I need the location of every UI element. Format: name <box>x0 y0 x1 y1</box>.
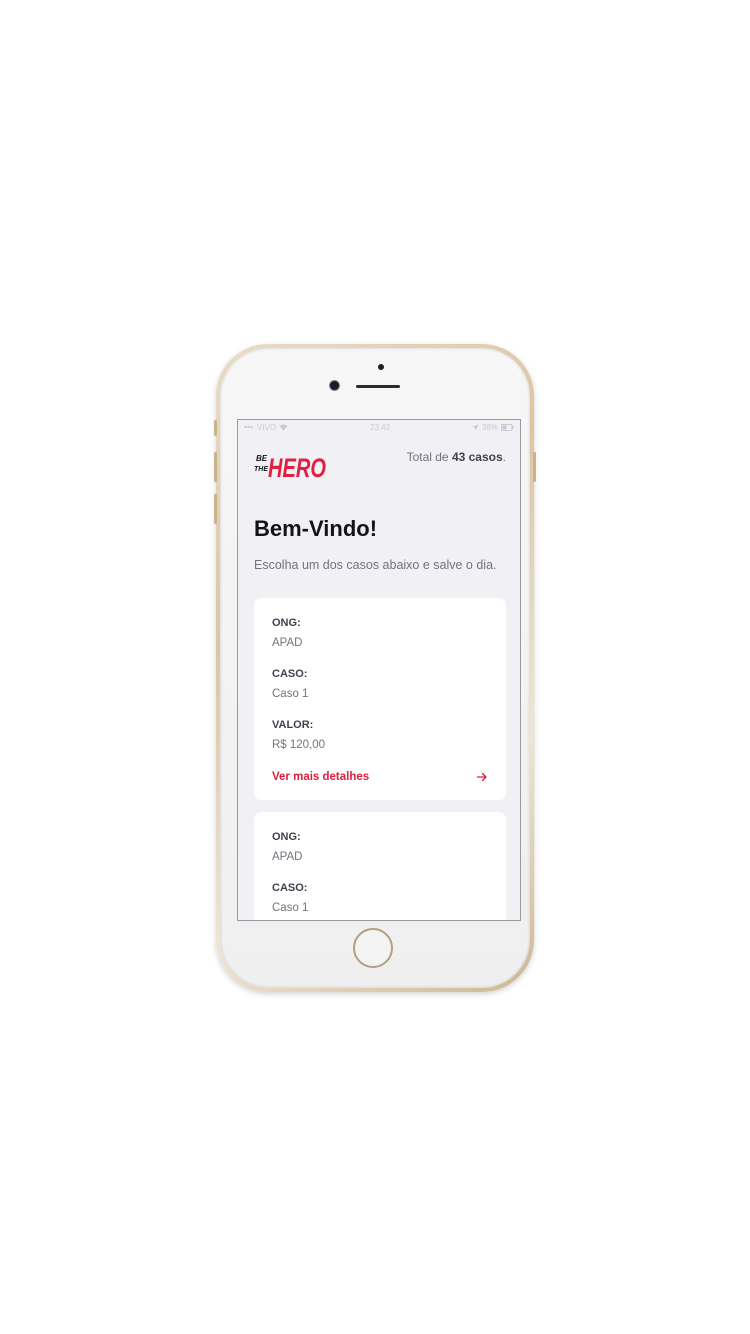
battery-icon <box>500 423 514 431</box>
be-the-hero-logo: BE THE HERO <box>254 453 326 482</box>
page-title: Bem-Vindo! <box>254 516 378 541</box>
app-screen: VIVO 23:42 38% BE THE HERO Total de 43 c… <box>237 419 521 921</box>
carrier-name: VIVO <box>257 422 277 432</box>
status-left: VIVO <box>244 423 288 432</box>
phone-bezel: VIVO 23:42 38% BE THE HERO Total de 43 c… <box>220 348 530 988</box>
total-suffix: . <box>502 450 506 464</box>
volume-up-button <box>214 452 217 482</box>
case-label: CASO: <box>272 882 308 894</box>
mute-switch <box>214 420 217 436</box>
ong-value: APAD <box>272 851 303 863</box>
signal-icon <box>244 425 253 429</box>
case-value: Caso 1 <box>272 902 309 914</box>
details-button[interactable]: Ver mais detalhes <box>272 769 488 785</box>
value-amount: R$ 120,00 <box>272 739 326 751</box>
arrow-right-icon <box>476 772 487 782</box>
power-button <box>533 452 536 482</box>
volume-down-button <box>214 494 217 524</box>
page: VIVO 23:42 38% BE THE HERO Total de 43 c… <box>0 0 750 1334</box>
total-prefix: Total de <box>406 450 449 464</box>
page-description: Escolha um dos casos abaixo e salve o di… <box>254 558 497 572</box>
ong-label: ONG: <box>272 831 301 843</box>
value-label: VALOR: <box>272 719 314 731</box>
phone-frame: VIVO 23:42 38% BE THE HERO Total de 43 c… <box>214 344 536 992</box>
ong-value: APAD <box>272 637 303 649</box>
case-label: CASO: <box>272 668 308 680</box>
incident-card: ONG: APAD CASO: Caso 1 VALOR: R$ 120,00 … <box>254 598 506 800</box>
logo-text-hero: HERO <box>268 453 326 482</box>
battery-percent: 38% <box>481 422 498 432</box>
location-icon <box>472 424 479 430</box>
earpiece-speaker <box>356 385 400 388</box>
logo-text-the: THE <box>254 466 268 473</box>
status-right: 38% <box>472 423 514 432</box>
status-bar: VIVO 23:42 38% <box>238 420 520 434</box>
case-value: Caso 1 <box>272 688 309 700</box>
header: BE THE HERO Total de 43 casos. <box>254 448 506 482</box>
proximity-sensor <box>378 364 384 370</box>
details-label: Ver mais detalhes <box>272 771 370 783</box>
wifi-icon <box>279 424 288 430</box>
total-cases: Total de 43 casos. <box>407 450 506 464</box>
logo-text-be: BE <box>256 454 268 463</box>
incident-card: ONG: APAD CASO: Caso 1 <box>254 812 506 920</box>
front-camera <box>330 381 339 390</box>
total-count: 43 casos <box>451 450 503 464</box>
status-time: 23:42 <box>370 422 391 432</box>
ong-label: ONG: <box>272 617 301 629</box>
home-button[interactable] <box>353 928 393 968</box>
